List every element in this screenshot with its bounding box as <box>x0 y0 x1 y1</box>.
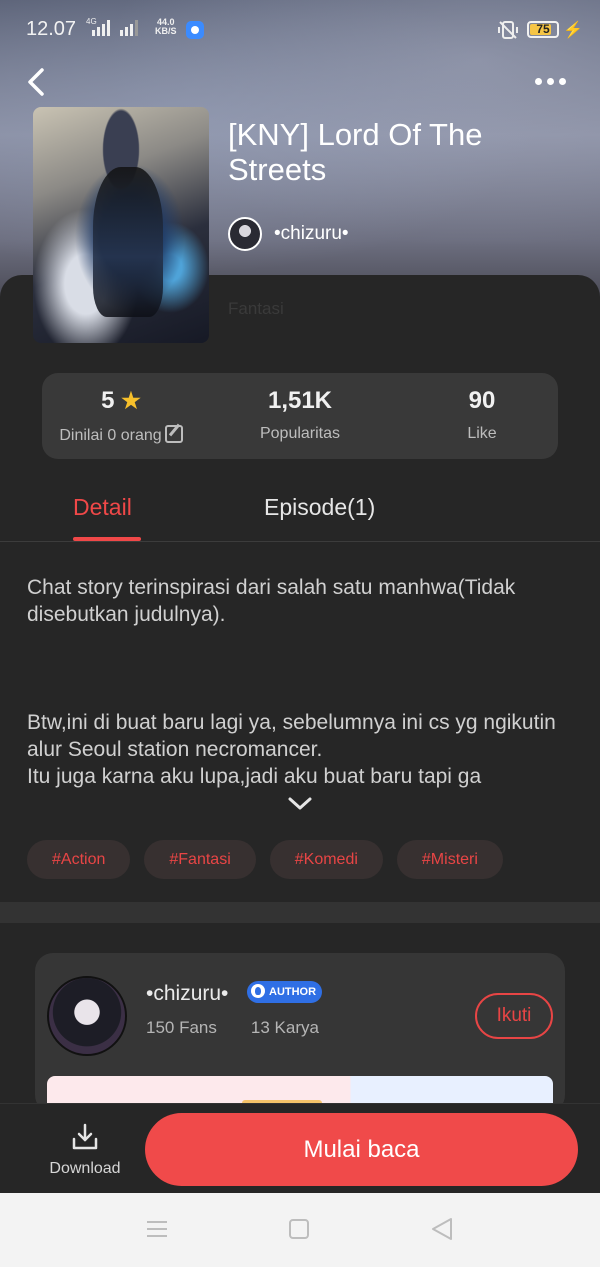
battery-level: 75 <box>536 22 550 36</box>
follow-button[interactable]: Ikuti <box>475 993 553 1039</box>
rating-value: 5 <box>101 387 115 414</box>
fans-count: 150 Fans <box>146 1018 217 1037</box>
more-options-icon[interactable] <box>535 78 566 85</box>
like-value: 90 <box>468 387 496 414</box>
tag-misteri[interactable]: #Misteri <box>396 840 503 879</box>
description-paragraph: Itu juga karna aku lupa,jadi aku buat ba… <box>27 765 482 788</box>
back-triangle-icon[interactable] <box>431 1217 453 1241</box>
tab-detail[interactable]: Detail <box>73 494 132 521</box>
system-nav-bar <box>0 1193 600 1267</box>
author-link[interactable]: •chizuru• <box>228 217 349 251</box>
author-name[interactable]: •chizuru• <box>146 982 228 1006</box>
download-label: Download <box>49 1160 121 1177</box>
like-label: Like <box>467 425 497 442</box>
tab-episode[interactable]: Episode(1) <box>264 494 375 521</box>
status-time: 12.07 <box>26 18 77 40</box>
vibrate-mute-icon <box>498 21 518 39</box>
network-speed: 44.0 KB/S <box>155 17 177 36</box>
start-reading-button[interactable]: Mulai baca <box>145 1113 578 1186</box>
description-paragraph: Chat story terinspirasi dari salah satu … <box>27 576 516 626</box>
works-count: 13 Karya <box>250 1018 319 1037</box>
charging-icon: ⚡ <box>563 22 583 39</box>
star-icon: ★ <box>121 388 141 413</box>
divider <box>0 541 600 542</box>
tag-fantasi[interactable]: #Fantasi <box>144 840 256 879</box>
popularity-stat: 1,51K Popularitas <box>240 387 360 443</box>
author-avatar[interactable] <box>47 976 127 1056</box>
cellular-signal-icon: 4G <box>86 17 138 36</box>
author-badge: AUTHOR <box>247 981 323 1003</box>
network-type: 4G <box>86 17 97 26</box>
section-separator <box>0 902 600 923</box>
author-avatar <box>228 217 262 251</box>
bottom-action-bar: Download Mulai baca <box>0 1103 600 1193</box>
description-paragraph: Btw,ini di buat baru lagi ya, sebelumnya… <box>27 711 556 761</box>
menu-icon[interactable] <box>146 1220 168 1238</box>
app-notification-icon <box>186 21 204 39</box>
popularity-value: 1,51K <box>267 387 333 414</box>
stats-card: 5 ★ Dinilai 0 orang 1,51K Popularitas 90… <box>42 373 558 459</box>
like-stat[interactable]: 90 Like <box>442 387 522 443</box>
status-bar: 12.07 4G 44.0 KB/S 75 ⚡ <box>0 0 600 60</box>
home-icon[interactable] <box>289 1219 309 1239</box>
author-card[interactable]: •chizuru• AUTHOR 150 Fans 13 Karya Ikuti <box>35 953 565 1113</box>
genre-label: Fantasi <box>228 299 284 318</box>
edit-icon[interactable] <box>164 425 183 443</box>
download-button[interactable]: Download <box>40 1122 130 1178</box>
popularity-label: Popularitas <box>259 425 341 442</box>
tag-list: #Action #Fantasi #Komedi #Misteri <box>27 840 503 879</box>
download-icon <box>72 1123 98 1150</box>
rating-label: Dinilai 0 orang <box>59 427 162 444</box>
author-name: •chizuru• <box>274 223 349 244</box>
tag-komedi[interactable]: #Komedi <box>269 840 383 879</box>
author-stats: 150 Fans 13 Karya <box>146 1018 319 1038</box>
description: Chat story terinspirasi dari salah satu … <box>27 574 583 790</box>
chevron-left-icon[interactable] <box>24 66 52 98</box>
tag-action[interactable]: #Action <box>27 840 131 879</box>
book-cover <box>33 107 209 343</box>
chevron-down-icon[interactable] <box>287 796 313 812</box>
book-title: [KNY] Lord Of The Streets <box>228 117 483 187</box>
rating-stat[interactable]: 5 ★ Dinilai 0 orang <box>51 387 191 445</box>
battery-icon: 75 <box>527 21 559 38</box>
